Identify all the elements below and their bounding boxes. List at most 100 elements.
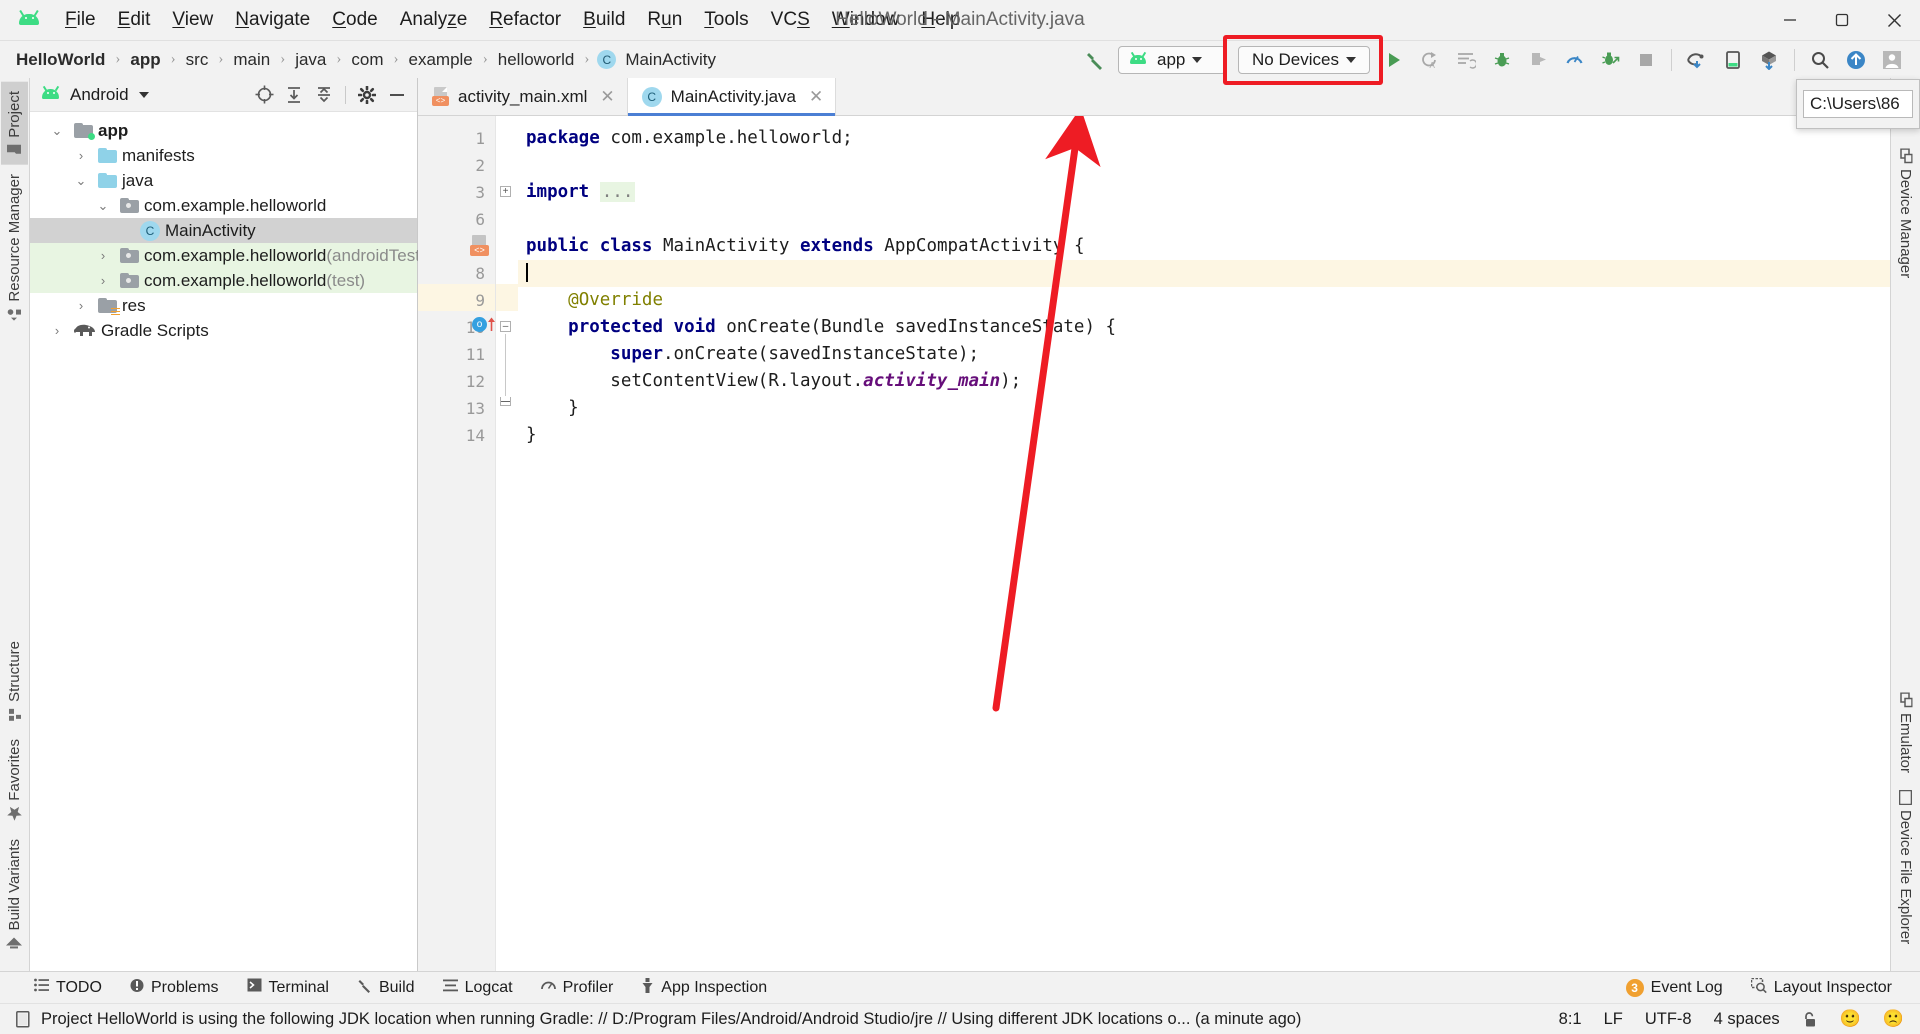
sidebar-item-emulator[interactable]: Emulator: [1892, 684, 1919, 782]
tree-item-manifests[interactable]: › manifests: [30, 143, 417, 168]
chevron-right-icon[interactable]: ›: [92, 248, 114, 263]
menu-code[interactable]: Code: [321, 6, 388, 34]
indent-setting[interactable]: 4 spaces: [1714, 1010, 1780, 1029]
code-editor[interactable]: 1 2 3 6 7 8 9 10 11 12 13 14 <>: [418, 116, 1890, 971]
tree-item-res[interactable]: › res: [30, 293, 417, 318]
debug-attach-process-icon[interactable]: [1592, 43, 1628, 77]
menu-edit[interactable]: Edit: [107, 6, 162, 34]
tree-item-package-main[interactable]: ⌄ com.example.helloworld: [30, 193, 417, 218]
sidebar-item-build-variants[interactable]: Build Variants: [1, 830, 28, 957]
rerun-icon[interactable]: A: [1412, 43, 1448, 77]
menu-analyze[interactable]: Analyze: [389, 6, 479, 34]
overriding-method-icon[interactable]: o: [472, 316, 497, 332]
bottom-tab-terminal[interactable]: Terminal: [247, 978, 343, 997]
unlocked-padlock-icon[interactable]: [1802, 1011, 1818, 1028]
jdk-path-value[interactable]: C:\Users\86: [1803, 90, 1913, 118]
menu-view[interactable]: View: [161, 6, 224, 34]
bottom-tab-layout-inspector[interactable]: Layout Inspector: [1750, 977, 1906, 998]
menu-run[interactable]: Run: [636, 6, 693, 34]
breadcrumb-item-5[interactable]: com: [349, 50, 385, 70]
sidebar-item-favorites[interactable]: Favorites: [1, 730, 28, 830]
chevron-right-icon[interactable]: ›: [46, 323, 68, 338]
chevron-down-icon[interactable]: ⌄: [70, 173, 92, 189]
fold-collapse-method-icon[interactable]: –: [500, 321, 511, 332]
chevron-down-icon[interactable]: ⌄: [46, 123, 68, 139]
line-separator[interactable]: LF: [1604, 1010, 1623, 1029]
bottom-tab-todo[interactable]: TODO: [34, 978, 116, 997]
sync-gradle-icon[interactable]: [1751, 43, 1787, 77]
menu-tools[interactable]: Tools: [693, 6, 759, 34]
menu-vcs[interactable]: VCS: [760, 6, 821, 34]
chevron-down-icon[interactable]: ⌄: [92, 198, 114, 214]
chevron-right-icon[interactable]: ›: [70, 148, 92, 163]
sdk-manager-icon[interactable]: [1679, 43, 1715, 77]
breadcrumb-item-3[interactable]: main: [231, 50, 272, 70]
bottom-tab-event-log[interactable]: 3 Event Log: [1625, 978, 1737, 997]
bottom-tab-logcat[interactable]: Logcat: [442, 979, 527, 997]
status-message[interactable]: Project HelloWorld is using the followin…: [41, 1010, 1301, 1029]
bottom-tab-build[interactable]: Build: [357, 978, 429, 998]
settings-gear-icon[interactable]: [353, 82, 381, 108]
expand-all-icon[interactable]: [280, 82, 308, 108]
file-encoding[interactable]: UTF-8: [1645, 1010, 1692, 1029]
hide-panel-icon[interactable]: [383, 82, 411, 108]
module-selector-combo[interactable]: app: [1118, 45, 1226, 74]
close-icon[interactable]: ✕: [600, 87, 614, 107]
chevron-down-icon[interactable]: [138, 91, 149, 98]
chevron-right-icon[interactable]: ›: [92, 273, 114, 288]
editor-gutter[interactable]: 1 2 3 6 7 8 9 10 11 12 13 14 <>: [418, 116, 496, 971]
fold-region-end-icon[interactable]: [500, 397, 511, 406]
happy-face-icon[interactable]: 🙂: [1840, 1009, 1861, 1029]
sidebar-item-structure[interactable]: Structure: [1, 632, 28, 730]
update-project-icon[interactable]: [1838, 43, 1874, 77]
bottom-tab-problems[interactable]: Problems: [130, 978, 233, 998]
tree-item-java[interactable]: ⌄ java: [30, 168, 417, 193]
sidebar-item-device-manager[interactable]: Device Manager: [1892, 140, 1919, 287]
close-icon[interactable]: ✕: [809, 87, 823, 107]
breadcrumb-item-0[interactable]: HelloWorld: [14, 50, 107, 70]
breadcrumb-item-6[interactable]: example: [407, 50, 475, 70]
breadcrumb-item-4[interactable]: java: [293, 50, 328, 70]
locate-icon[interactable]: [250, 82, 278, 108]
profiler-icon[interactable]: [1556, 43, 1592, 77]
sidebar-item-resource-manager[interactable]: Resource Manager: [1, 165, 28, 330]
bottom-tab-app-inspection[interactable]: App Inspection: [641, 977, 781, 998]
bottom-tab-profiler[interactable]: Profiler: [540, 979, 628, 997]
fold-expand-import-icon[interactable]: +: [500, 186, 511, 197]
apply-changes-icon[interactable]: [1448, 43, 1484, 77]
breadcrumb-item-1[interactable]: app: [128, 50, 162, 70]
attach-debugger-icon[interactable]: [1520, 43, 1556, 77]
breadcrumb-item-2[interactable]: src: [184, 50, 211, 70]
menu-build[interactable]: Build: [572, 6, 636, 34]
code-text[interactable]: package com.example.helloworld; import .…: [518, 116, 1890, 971]
device-selector-combo[interactable]: No Devices: [1238, 45, 1370, 74]
chevron-right-icon[interactable]: ›: [70, 298, 92, 313]
sidebar-item-device-file-explorer[interactable]: Device File Explorer: [1892, 782, 1919, 953]
breadcrumb-item-class[interactable]: MainActivity: [623, 50, 718, 70]
project-view-selector-label[interactable]: Android: [70, 85, 129, 105]
tab-activity-main-xml[interactable]: <> activity_main.xml ✕: [418, 78, 628, 115]
account-icon[interactable]: [1874, 43, 1910, 77]
status-message-icon[interactable]: [16, 1010, 31, 1028]
collapse-all-icon[interactable]: [310, 82, 338, 108]
menu-help[interactable]: Help: [910, 6, 971, 34]
sidebar-item-project[interactable]: Project: [1, 82, 28, 165]
menu-window[interactable]: Window: [821, 6, 911, 34]
stop-icon[interactable]: [1628, 43, 1664, 77]
menu-file[interactable]: File: [54, 6, 107, 34]
minimize-button[interactable]: [1764, 0, 1816, 40]
tree-item-mainactivity[interactable]: C MainActivity: [30, 218, 417, 243]
search-everywhere-icon[interactable]: [1802, 43, 1838, 77]
maximize-button[interactable]: [1816, 0, 1868, 40]
avd-manager-icon[interactable]: [1715, 43, 1751, 77]
related-layout-file-icon[interactable]: <>: [470, 235, 489, 256]
caret-position[interactable]: 8:1: [1559, 1010, 1582, 1029]
tree-item-gradle-scripts[interactable]: › Gradle Scripts: [30, 318, 417, 343]
run-icon[interactable]: [1376, 43, 1412, 77]
tree-item-package-test[interactable]: › com.example.helloworld (test): [30, 268, 417, 293]
sad-face-icon[interactable]: 🙁: [1883, 1009, 1904, 1029]
close-button[interactable]: [1868, 0, 1920, 40]
breadcrumb-item-7[interactable]: helloworld: [496, 50, 577, 70]
tab-mainactivity-java[interactable]: C MainActivity.java ✕: [627, 78, 837, 116]
debug-icon[interactable]: [1484, 43, 1520, 77]
